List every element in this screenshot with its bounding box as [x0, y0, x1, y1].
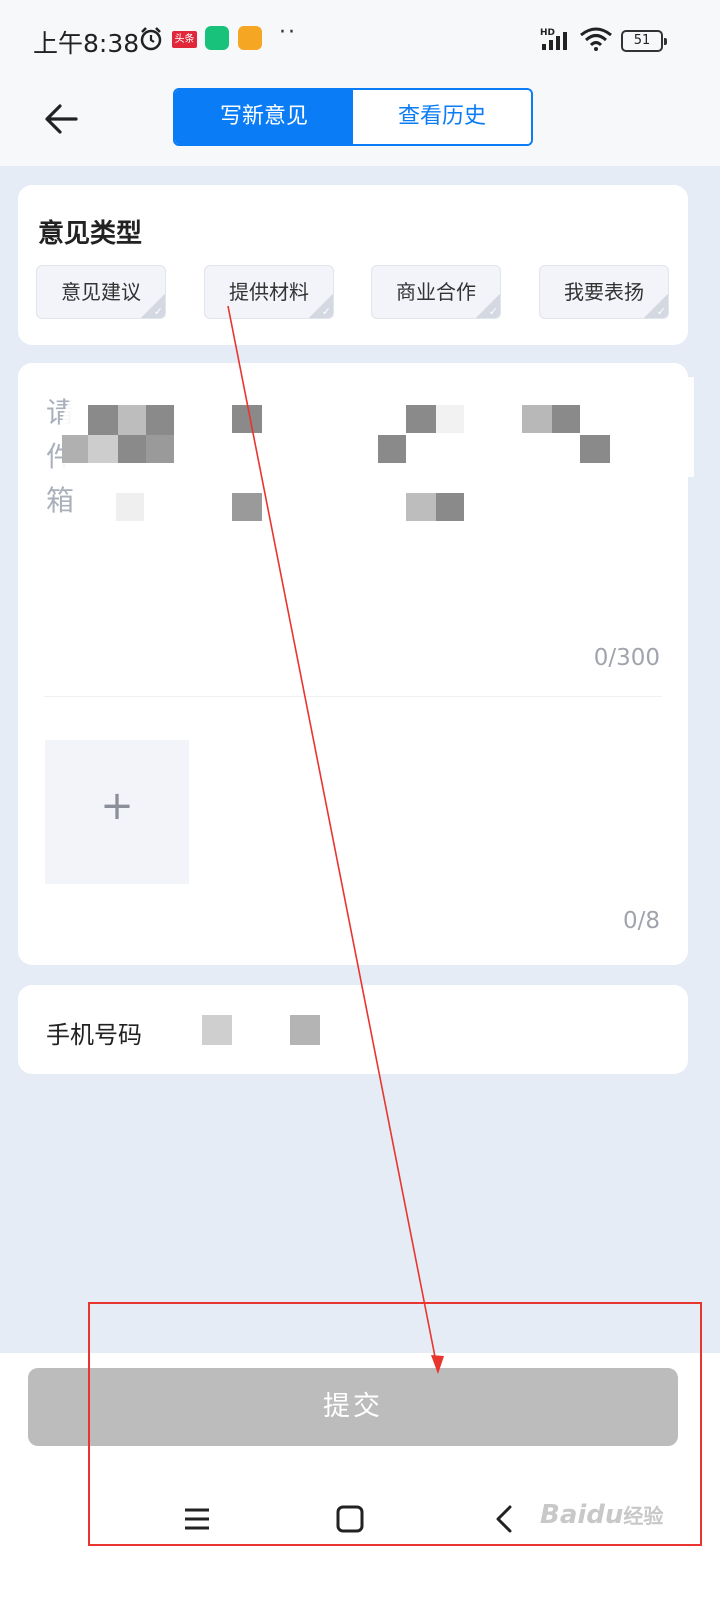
type-option-praise[interactable]: 我要表扬 ✓: [539, 265, 669, 319]
baidu-watermark: Baidu经验: [540, 1500, 663, 1530]
home-icon[interactable]: [335, 1504, 365, 1534]
type-option-suggestion[interactable]: 意见建议 ✓: [36, 265, 166, 319]
menu-icon[interactable]: [182, 1504, 212, 1534]
header: 写新意见 查看历史: [0, 80, 720, 166]
feedback-type-card: 意见类型 意见建议 ✓ 提供材料 ✓ 商业合作 ✓ 我要表扬 ✓: [18, 185, 688, 345]
signal-icon: [542, 32, 567, 50]
alarm-icon: [140, 27, 162, 51]
back-nav-icon[interactable]: [490, 1504, 520, 1534]
add-image-button[interactable]: +: [45, 740, 189, 884]
watermark-brand: Baidu: [540, 1500, 624, 1530]
phone-input[interactable]: [188, 1005, 658, 1055]
check-icon: ✓: [644, 294, 668, 318]
note-app-icon: [238, 26, 262, 50]
type-option-label: 我要表扬: [564, 280, 644, 304]
image-counter: 0/8: [622, 908, 660, 934]
type-option-label: 意见建议: [61, 280, 141, 304]
check-icon: ✓: [476, 294, 500, 318]
type-option-label: 提供材料: [229, 280, 309, 304]
phone-label: 手机号码: [46, 1021, 142, 1049]
type-option-business[interactable]: 商业合作 ✓: [371, 265, 501, 319]
char-counter: 0/300: [593, 645, 660, 671]
battery-indicator: 51: [621, 30, 667, 52]
shield-app-icon: [205, 26, 229, 50]
status-time: 上午8:38: [33, 29, 140, 58]
check-icon: ✓: [309, 294, 333, 318]
news-app-icon: 头条: [172, 31, 197, 48]
back-arrow-icon[interactable]: [40, 97, 84, 141]
wifi-icon: [580, 27, 612, 51]
divider: [44, 696, 662, 697]
submit-button[interactable]: 提交: [28, 1368, 678, 1446]
status-bar: 上午8:38 头条 ·· HD 51: [0, 0, 720, 80]
feedback-content-card: 请 件 箱 0/300 + 0/8: [18, 363, 694, 965]
plus-icon: +: [100, 783, 134, 829]
redacted-mosaic: [290, 1015, 320, 1045]
tab-write-feedback[interactable]: 写新意见: [175, 90, 353, 144]
redacted-mosaic: [202, 1015, 232, 1045]
feedback-type-title: 意见类型: [38, 219, 143, 249]
type-option-materials[interactable]: 提供材料 ✓: [204, 265, 334, 319]
more-notifications-icon: ··: [279, 20, 297, 45]
feedback-tab-switch: 写新意见 查看历史: [173, 88, 533, 146]
check-icon: ✓: [141, 294, 165, 318]
phone-card: 手机号码: [18, 985, 688, 1074]
footer: 提交: [0, 1353, 720, 1600]
watermark-suffix: 经验: [623, 1504, 664, 1528]
tab-view-history[interactable]: 查看历史: [353, 90, 531, 144]
type-option-label: 商业合作: [396, 280, 476, 304]
